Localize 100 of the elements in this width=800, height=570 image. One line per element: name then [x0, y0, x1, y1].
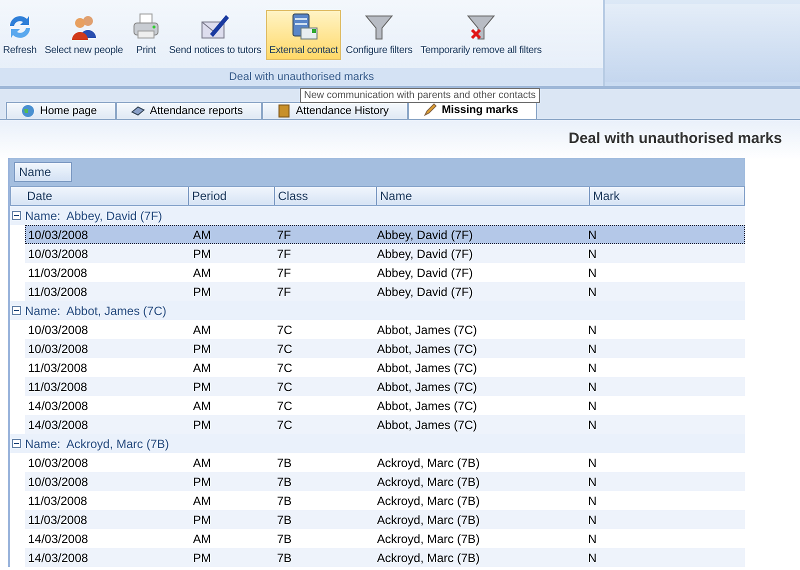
table-row[interactable]: 14/03/2008 AM 7B Ackroyd, Marc (7B) N — [25, 529, 745, 548]
table-cell-text: Abbot, James (7C) — [376, 380, 478, 394]
table-cell-text: Ackroyd, Marc (7B) — [376, 550, 481, 564]
book-icon — [130, 104, 145, 118]
group-by-chip[interactable]: Name — [14, 162, 72, 182]
table-cell-text: N — [587, 532, 598, 546]
table-cell-text: 7F — [276, 284, 292, 298]
table-cell-text: 7C — [276, 380, 294, 394]
column-header[interactable]: Name — [376, 187, 589, 205]
table-cell-text: 11/03/2008 — [27, 380, 88, 394]
table-cell-text: 10/03/2008 — [27, 246, 90, 260]
table-cell-text: 7C — [276, 322, 294, 336]
group-label: Deal with unauthorised marks — [229, 71, 374, 83]
table-cell-text: N — [587, 474, 598, 488]
table-cell-text: PM — [192, 342, 212, 356]
table-row[interactable]: 10/03/2008 PM 7C Abbot, James (7C) N — [25, 339, 745, 358]
table-cell-text: Abbey, David (7F) — [376, 266, 474, 280]
table-cell-text: N — [587, 398, 598, 412]
table-cell-text: N — [587, 322, 598, 336]
column-header[interactable]: Class — [274, 187, 376, 205]
table-row[interactable]: 11/03/2008 AM 7C Abbot, James (7C) N — [25, 358, 745, 377]
table-row[interactable]: 10/03/2008 PM 7F Abbey, David (7F) N — [25, 244, 745, 263]
table-cell-text: 14/03/2008 — [27, 532, 90, 546]
table-cell-text: N — [587, 246, 598, 260]
table-cell-text: PM — [192, 418, 212, 432]
table-cell-text: 14/03/2008 — [27, 418, 90, 432]
table-cell-text: 14/03/2008 — [27, 398, 90, 412]
table-cell-text: N — [587, 284, 598, 298]
table-cell-text: PM — [192, 550, 212, 564]
group-header: Name: Abbot, James (7C) — [25, 304, 166, 318]
tab[interactable]: Attendance History — [262, 102, 408, 119]
table-cell-text: 7C — [276, 360, 294, 374]
table-cell-text: 7C — [276, 398, 294, 412]
table-row[interactable]: 10/03/2008 PM 7B Ackroyd, Marc (7B) N — [25, 472, 745, 491]
table-cell-text: N — [587, 360, 598, 374]
collapse-icon[interactable] — [12, 439, 21, 448]
collapse-icon[interactable] — [12, 306, 21, 315]
group-header: Name: Abbey, David (7F) — [25, 208, 162, 222]
table-row[interactable]: 11/03/2008 PM 7F Abbey, David (7F) N — [25, 282, 745, 301]
page-title: Deal with unauthorised marks — [568, 130, 782, 147]
table-cell-text: Ackroyd, Marc (7B) — [376, 494, 481, 508]
table-cell-text: AM — [192, 228, 212, 242]
table-cell-text: 10/03/2008 — [27, 228, 90, 242]
table-cell-text: 10/03/2008 — [27, 342, 90, 356]
table-cell-text: 11/03/2008 — [27, 512, 88, 526]
table-cell-text: 11/03/2008 — [27, 360, 88, 374]
table-cell-text: 7B — [276, 474, 293, 488]
table-cell-text: Ackroyd, Marc (7B) — [376, 532, 481, 546]
column-header[interactable]: Period — [188, 187, 274, 205]
table-row[interactable]: 11/03/2008 PM 7B Ackroyd, Marc (7B) N — [25, 510, 745, 529]
table-cell-text: PM — [192, 284, 212, 298]
toolbar-button[interactable]: Configure filters — [342, 10, 416, 60]
table-cell-text: 10/03/2008 — [27, 322, 90, 336]
table-cell-text: AM — [192, 398, 212, 412]
column-header[interactable]: Date — [11, 187, 188, 205]
table-row[interactable]: 10/03/2008 AM 7C Abbot, James (7C) N — [25, 320, 745, 339]
table-cell-text: 11/03/2008 — [27, 284, 88, 298]
table-cell-text: N — [587, 418, 598, 432]
globe-icon — [21, 104, 35, 118]
table-cell-text: PM — [192, 246, 212, 260]
table-cell-text: Abbot, James (7C) — [376, 322, 478, 336]
table-row[interactable]: 14/03/2008 AM 7C Abbot, James (7C) N — [25, 396, 745, 415]
toolbar-button[interactable]: Print — [128, 10, 164, 60]
table-cell-text: AM — [192, 532, 212, 546]
table-cell-text: PM — [192, 380, 212, 394]
toolbar-button[interactable]: Refresh — [0, 10, 40, 60]
folder-icon — [276, 104, 291, 118]
table-row[interactable]: 10/03/2008 AM 7F Abbey, David (7F) N — [25, 225, 745, 244]
collapse-icon[interactable] — [12, 211, 21, 220]
table-cell-text: Ackroyd, Marc (7B) — [376, 474, 481, 488]
table-cell-text: 7C — [276, 342, 294, 356]
table-row[interactable]: 11/03/2008 AM 7B Ackroyd, Marc (7B) N — [25, 491, 745, 510]
table-cell-text: Abbot, James (7C) — [376, 342, 478, 356]
table-cell-text: AM — [192, 266, 212, 280]
table-cell-text: N — [587, 266, 598, 280]
table-row[interactable]: 11/03/2008 AM 7F Abbey, David (7F) N — [25, 263, 745, 282]
table-cell-text: 10/03/2008 — [27, 456, 90, 470]
table-cell-text: N — [587, 342, 598, 356]
table-cell-text: AM — [192, 456, 212, 470]
table-cell-text: 7B — [276, 532, 293, 546]
tab[interactable]: Home page — [6, 102, 116, 119]
table-cell-text: 7F — [276, 246, 292, 260]
table-row[interactable]: 11/03/2008 PM 7C Abbot, James (7C) N — [25, 377, 745, 396]
table-cell-text: 7C — [276, 418, 294, 432]
tab[interactable]: Attendance reports — [116, 102, 262, 119]
table-cell-text: PM — [192, 474, 212, 488]
table-row[interactable]: 10/03/2008 AM 7B Ackroyd, Marc (7B) N — [25, 453, 745, 472]
table-cell-text: 14/03/2008 — [27, 550, 90, 564]
table-cell-text: Abbey, David (7F) — [376, 228, 474, 242]
table-cell-text: 10/03/2008 — [27, 474, 90, 488]
table-cell-text: 7B — [276, 456, 293, 470]
table-cell-text: N — [587, 380, 598, 394]
toolbar-button[interactable]: Temporarily remove all filters — [417, 10, 545, 60]
table-row[interactable]: 14/03/2008 PM 7C Abbot, James (7C) N — [25, 415, 745, 434]
table-cell-text: 11/03/2008 — [27, 494, 88, 508]
toolbar-button[interactable]: Send notices to tutors — [166, 10, 264, 60]
column-header[interactable]: Mark — [589, 187, 744, 205]
toolbar-button[interactable]: Select new people — [42, 10, 126, 60]
table-row[interactable]: 14/03/2008 PM 7B Ackroyd, Marc (7B) N — [25, 548, 745, 567]
toolbar-button[interactable]: External contact — [266, 10, 341, 60]
